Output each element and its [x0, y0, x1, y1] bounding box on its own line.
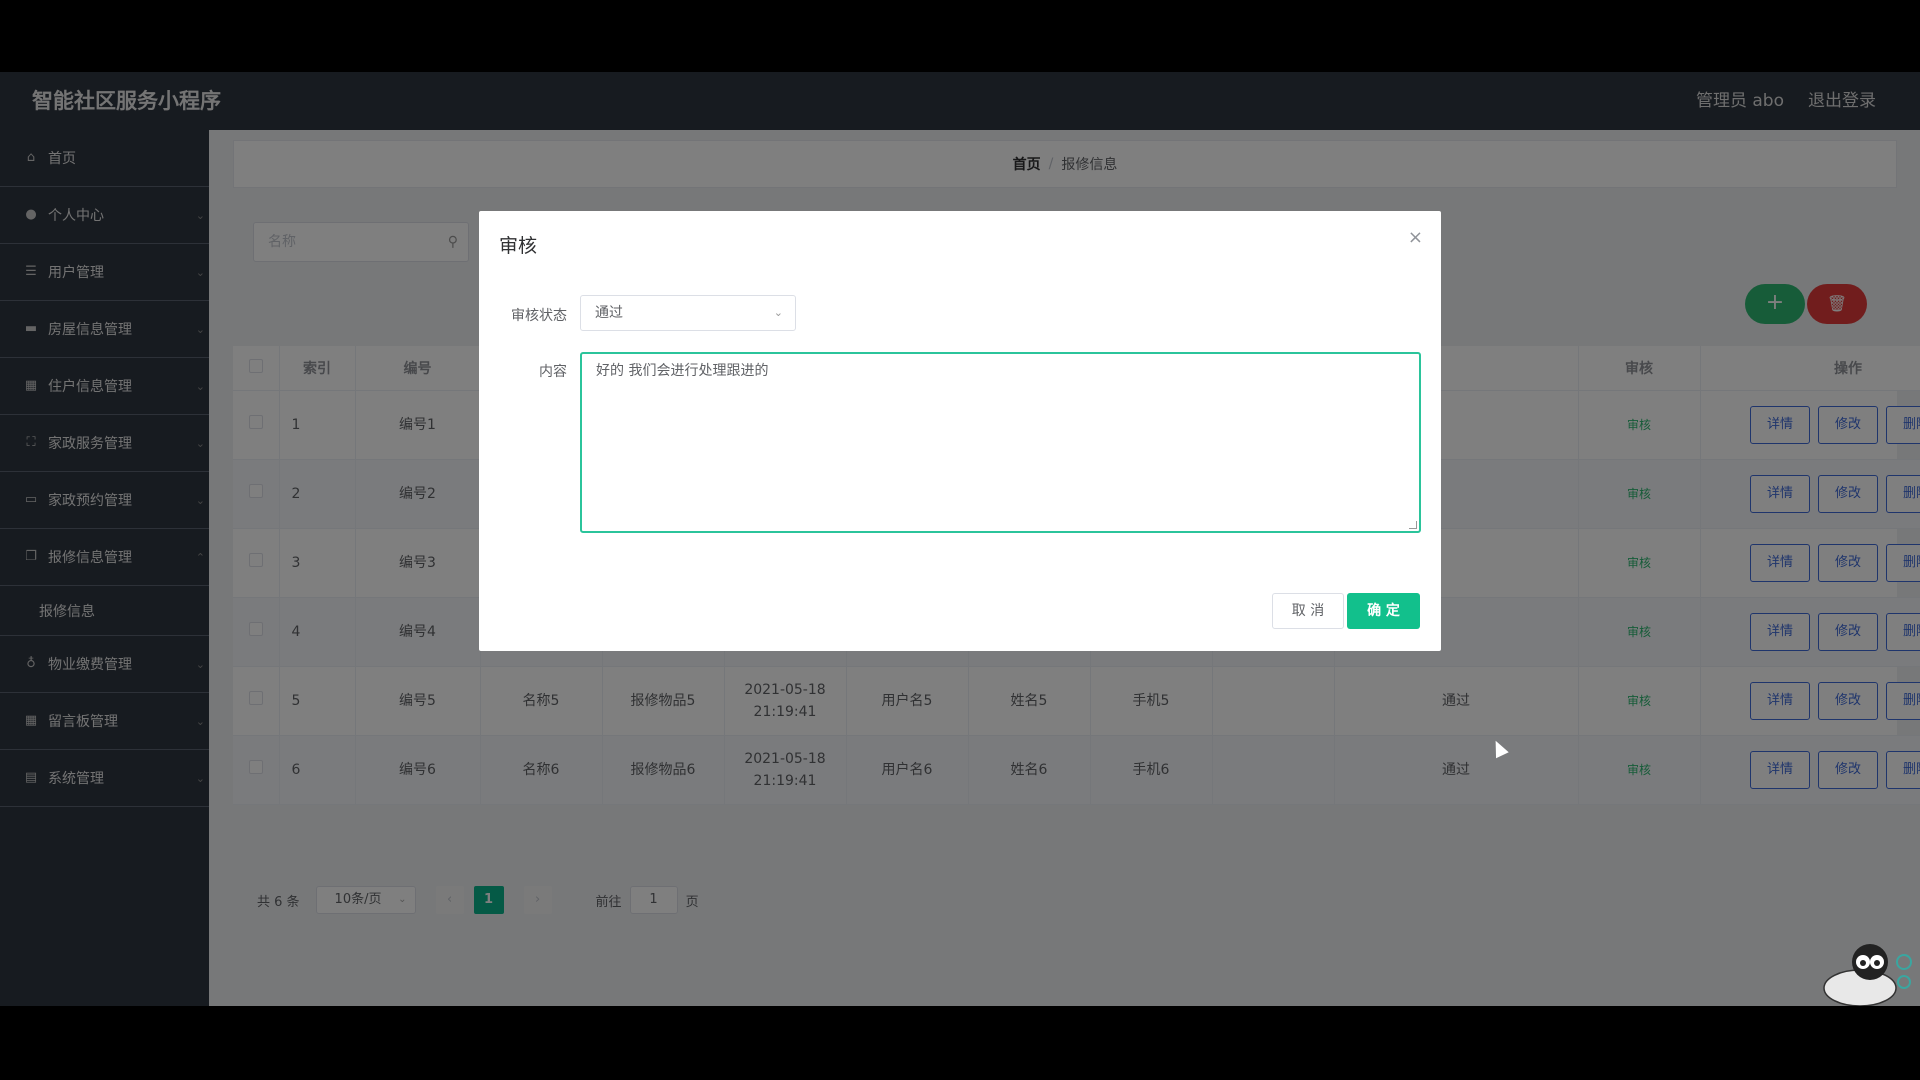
content-textarea[interactable]: 好的 我们会进行处理跟进的: [580, 352, 1421, 533]
content-text: 好的 我们会进行处理跟进的: [596, 363, 769, 379]
app-window: 智能社区服务小程序 管理员 abo 退出登录 ⌂ 首页 ● 个人中心 ⌄ ☰ 用…: [0, 72, 1920, 1006]
mascot-icon: [1823, 944, 1912, 1006]
audit-status-select[interactable]: 通过 ⌄: [580, 295, 796, 331]
audit-status-label: 审核状态: [511, 308, 567, 324]
dialog-title: 审核: [499, 235, 538, 257]
audit-status-value: 通过: [595, 305, 623, 321]
cancel-button[interactable]: 取 消: [1272, 593, 1344, 629]
content-label: 内容: [539, 364, 567, 380]
close-icon[interactable]: ×: [1408, 227, 1423, 248]
resize-handle-icon[interactable]: [1409, 521, 1417, 529]
confirm-button[interactable]: 确 定: [1347, 593, 1420, 629]
audit-dialog: 审核 × 审核状态 通过 ⌄ 内容 好的 我们会进行处理跟进的 取 消 确 定: [479, 211, 1441, 651]
chevron-down-icon: ⌄: [773, 306, 783, 319]
